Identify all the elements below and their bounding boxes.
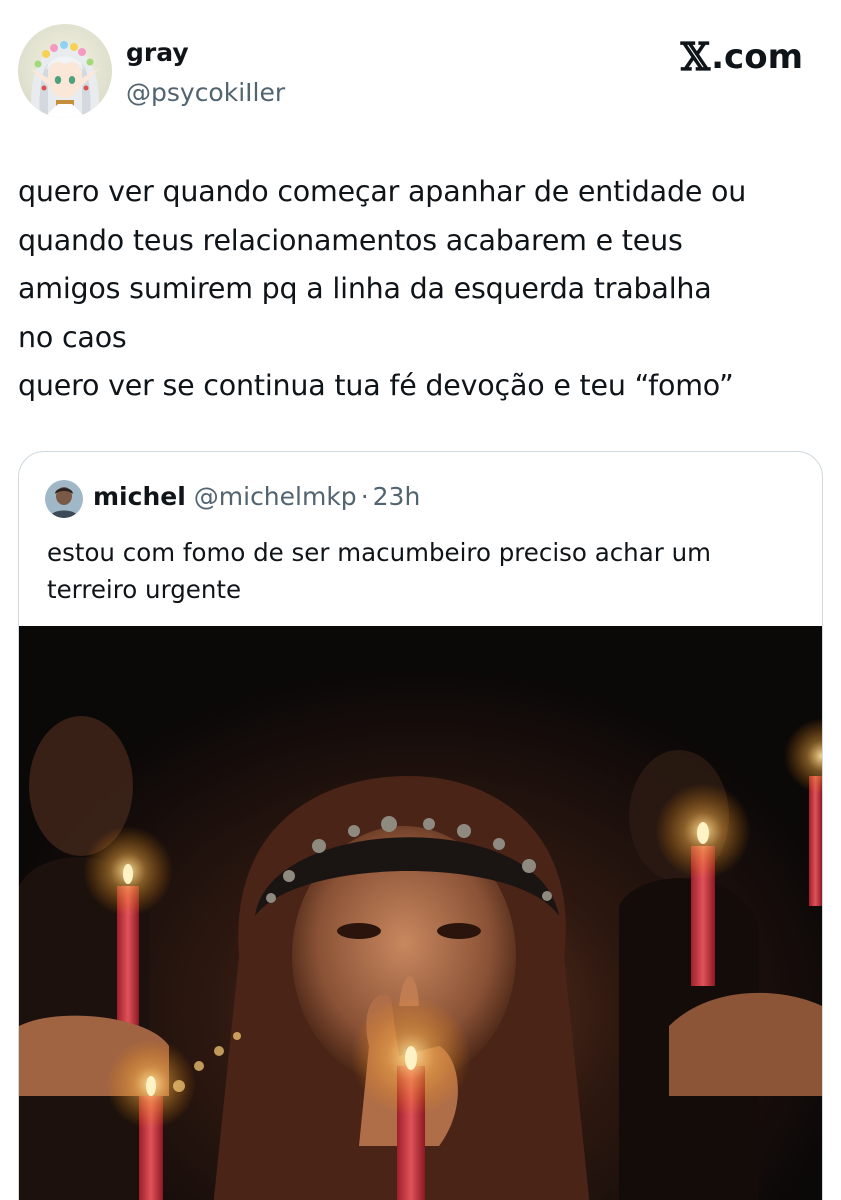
author-handle[interactable]: @psycokiIler: [126, 78, 285, 107]
anime-avatar-illustration: [18, 24, 112, 118]
author-avatar[interactable]: [18, 24, 112, 118]
quoted-tweet-text-line: estou com fomo de ser macumbeiro preciso…: [47, 538, 711, 567]
post-screenshot: gray @psycokiIler 𝕏 .com quero ver quand…: [0, 0, 841, 1200]
tweet-text-line: no caos: [18, 320, 127, 354]
tweet-text: quero ver quando começar apanhar de enti…: [18, 168, 828, 411]
separator-dot: ·: [360, 482, 369, 511]
quoted-tweet-text: estou com fomo de ser macumbeiro preciso…: [47, 534, 807, 608]
quoted-tweet-header: michel @michelmkp · 23h: [93, 482, 420, 511]
profile-photo-illustration: [45, 480, 83, 518]
quoted-tweet-text-line: terreiro urgente: [47, 575, 242, 604]
tweet-text-line: amigos sumirem pq a linha da esquerda tr…: [18, 272, 712, 305]
tweet-text-line: quando teus relacionamentos acabarem e t…: [18, 223, 683, 257]
quoted-tweet-card[interactable]: michel @michelmkp · 23h estou com fomo de s…: [18, 451, 823, 1200]
candlelit-ritual-photo: [19, 626, 822, 1200]
quoted-author-handle[interactable]: @michelmkp: [194, 482, 357, 511]
x-logo-text: .com: [711, 36, 803, 77]
tweet-text-line: quero ver se continua tua fé devoção e t…: [18, 369, 734, 402]
tweet-text-line: quero ver quando começar apanhar de enti…: [18, 175, 747, 208]
x-logo-icon: 𝕏: [680, 34, 711, 79]
x-logo: 𝕏 .com: [681, 34, 803, 79]
quoted-author-avatar[interactable]: [45, 480, 83, 518]
quoted-tweet-media[interactable]: [19, 626, 822, 1200]
author-name[interactable]: gray: [126, 38, 189, 67]
quoted-author-name[interactable]: michel: [93, 482, 186, 511]
quoted-tweet-timestamp[interactable]: 23h: [373, 482, 421, 511]
